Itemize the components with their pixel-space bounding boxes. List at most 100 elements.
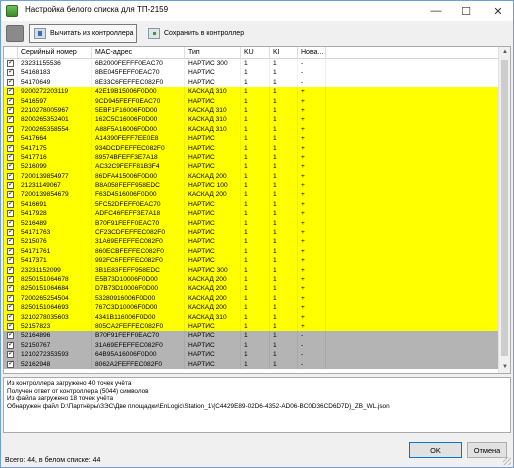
scroll-up-icon[interactable]: ▲ bbox=[499, 47, 510, 58]
row-checkbox[interactable] bbox=[7, 125, 14, 134]
table-row[interactable]: 21231149067B8A058FEFF958EDCНАРТИС 10011+ bbox=[4, 181, 499, 191]
row-checkbox[interactable] bbox=[7, 313, 14, 322]
cell-mac: B70F91FEFF0EAC70 bbox=[92, 218, 185, 229]
table-row[interactable]: 32102780356034341B116006F0D00КАСКАД 3101… bbox=[4, 312, 499, 322]
table-row[interactable]: 52164896B70F91FEFF0EAC70НАРТИС11- bbox=[4, 331, 499, 341]
table-row[interactable]: 8250151064684D7B73D10006F0D00КАСКАД 2001… bbox=[4, 284, 499, 294]
table-row[interactable]: 541706498E33C6FEFFEC082F0НАРТИС11- bbox=[4, 77, 499, 88]
header-type[interactable]: Тип bbox=[185, 47, 241, 58]
table-row[interactable]: 52157823805CA2FEFFEC082F0НАРТИС11+ bbox=[4, 321, 499, 332]
table-row[interactable]: 232311555366B2000FEFFF0EAC70НАРТИС 30011… bbox=[4, 59, 499, 69]
row-checkbox[interactable] bbox=[7, 284, 14, 293]
row-checkbox[interactable] bbox=[7, 106, 14, 115]
row-checkbox[interactable] bbox=[7, 209, 14, 218]
header-ku[interactable]: KU bbox=[241, 47, 270, 58]
table-row[interactable]: 920027220311942E19B15006F0D00КАСКАД 3101… bbox=[4, 87, 499, 97]
row-checkbox[interactable] bbox=[7, 190, 14, 199]
scroll-thumb[interactable] bbox=[501, 60, 508, 356]
row-checkbox[interactable] bbox=[7, 59, 14, 68]
row-checkbox[interactable] bbox=[7, 341, 14, 350]
row-checkbox[interactable] bbox=[7, 237, 14, 246]
table-row[interactable]: 121027235359364B95A16006F0D00НАРТИС11- bbox=[4, 350, 499, 360]
table-row[interactable]: 54171763CF23CDFEFFEC082F0НАРТИС11+ bbox=[4, 228, 499, 238]
cell-type: КАСКАД 200 bbox=[185, 171, 241, 182]
row-checkbox[interactable] bbox=[7, 144, 14, 153]
table-row[interactable]: 5417175934DCDFEFFEC082F0НАРТИС11+ bbox=[4, 143, 499, 153]
row-checkbox[interactable] bbox=[7, 256, 14, 265]
cell-new: + bbox=[298, 237, 326, 247]
scroll-down-icon[interactable]: ▼ bbox=[499, 362, 510, 373]
table-row[interactable]: 8250151064693767C3D10006F0D00КАСКАД 2001… bbox=[4, 303, 499, 313]
row-checkbox[interactable] bbox=[7, 266, 14, 275]
close-button[interactable]: ✕ bbox=[483, 1, 513, 21]
header-serial[interactable]: Серийный номер bbox=[18, 47, 92, 58]
table-row[interactable]: 22102780059675EBF1F16006F0D00КАСКАД 3101… bbox=[4, 105, 499, 116]
header-ki[interactable]: KI bbox=[270, 47, 298, 58]
table-row[interactable]: 54171761860ECBFEFFEC082F0НАРТИС11+ bbox=[4, 246, 499, 257]
table-row[interactable]: 8200265352401162C5C16006F0D00КАСКАД 3101… bbox=[4, 115, 499, 125]
table-row[interactable]: 5216489B70F91FEFF0EAC70НАРТИС11+ bbox=[4, 218, 499, 229]
row-checkbox[interactable] bbox=[7, 322, 14, 331]
table-row[interactable]: 521507631A69EFEFFEC082F0НАРТИС11+ bbox=[4, 237, 499, 247]
row-checkbox[interactable] bbox=[7, 303, 14, 312]
row-checkbox[interactable] bbox=[7, 350, 14, 359]
table-row[interactable]: 5216099AC32C9FEFF81B3F4НАРТИС11+ bbox=[4, 162, 499, 172]
row-checkbox[interactable] bbox=[7, 68, 14, 77]
log-line: Из контроллера загружено 40 точек учёта bbox=[7, 380, 132, 387]
maximize-button[interactable]: ☐ bbox=[451, 1, 481, 21]
table-row[interactable]: 521629488062A2FEFFEC082F0НАРТИС11- bbox=[4, 359, 499, 369]
table-row[interactable]: 541771689574BFEFF3E7A18НАРТИС11+ bbox=[4, 152, 499, 163]
header-mac[interactable]: MAC-адрес bbox=[92, 47, 185, 58]
row-checkbox[interactable] bbox=[7, 153, 14, 162]
row-checkbox[interactable] bbox=[7, 219, 14, 228]
row-checkbox[interactable] bbox=[7, 134, 14, 143]
row-checkbox[interactable] bbox=[7, 228, 14, 237]
cell-type: НАРТИС bbox=[185, 256, 241, 266]
cell-serial: 23231152099 bbox=[18, 265, 92, 275]
row-checkbox[interactable] bbox=[7, 360, 14, 369]
table-row[interactable]: 8250151064678E5B73D10006F0D00КАСКАД 2001… bbox=[4, 274, 499, 285]
resize-grip-icon[interactable] bbox=[503, 457, 511, 465]
row-checkbox-cell bbox=[4, 274, 18, 285]
row-checkbox[interactable] bbox=[7, 78, 14, 87]
cell-serial: 54171761 bbox=[18, 246, 92, 257]
row-checkbox[interactable] bbox=[7, 275, 14, 284]
cell-ki: 1 bbox=[270, 293, 298, 304]
cell-serial: 5416691 bbox=[18, 199, 92, 210]
select-all-toggle[interactable] bbox=[6, 25, 24, 42]
table-row[interactable]: 5215076731A69EFEFFEC082F0НАРТИС11- bbox=[4, 340, 499, 351]
table-row[interactable]: 5417371992FC6FEFFEC082F0НАРТИС11+ bbox=[4, 256, 499, 266]
header-checkbox-column[interactable] bbox=[4, 47, 18, 58]
row-checkbox[interactable] bbox=[7, 247, 14, 256]
row-checkbox[interactable] bbox=[7, 115, 14, 124]
table-row[interactable]: 232311520993B1E83FEFF958EDCНАРТИС 30011+ bbox=[4, 265, 499, 275]
cell-ki: 1 bbox=[270, 143, 298, 153]
table-row[interactable]: 5417928ADFC46FEFF3E7A18НАРТИС11+ bbox=[4, 209, 499, 219]
cancel-button[interactable]: Отмена bbox=[467, 442, 507, 458]
header-new[interactable]: Нова... bbox=[298, 47, 326, 58]
table-row[interactable]: 54166915FC52DFEFF0EAC70НАРТИС11+ bbox=[4, 199, 499, 210]
table-row[interactable]: 5417664A14390FEFF7EE0E8НАРТИС11+ bbox=[4, 134, 499, 144]
table-row[interactable]: 720026525450453280916006F0D00КАСКАД 2001… bbox=[4, 293, 499, 304]
row-checkbox[interactable] bbox=[7, 162, 14, 171]
read-from-controller-button[interactable]: Вычитать из контроллера bbox=[29, 24, 137, 43]
ok-button[interactable]: OK bbox=[409, 442, 462, 458]
table-row[interactable]: 541681838BE045FEFF0EAC70НАРТИС11- bbox=[4, 68, 499, 78]
row-checkbox[interactable] bbox=[7, 172, 14, 181]
table-row[interactable]: 7200139854679F63D4516006F0D00КАСКАД 2001… bbox=[4, 190, 499, 200]
row-checkbox[interactable] bbox=[7, 97, 14, 106]
row-checkbox[interactable] bbox=[7, 331, 14, 340]
whitelist-table[interactable]: Серийный номер MAC-адрес Тип KU KI Нова.… bbox=[3, 46, 511, 374]
row-checkbox[interactable] bbox=[7, 181, 14, 190]
table-row[interactable]: 54165979CD945FEFF0EAC70НАРТИС11+ bbox=[4, 96, 499, 106]
title-bar[interactable]: Настройка белого списка для ТП-2159 — ☐ … bbox=[1, 1, 513, 21]
row-checkbox[interactable] bbox=[7, 200, 14, 209]
save-to-controller-button[interactable]: Сохранить в контроллер bbox=[143, 24, 255, 43]
minimize-button[interactable]: — bbox=[421, 1, 451, 21]
row-checkbox[interactable] bbox=[7, 294, 14, 303]
cell-type: НАРТИС bbox=[185, 134, 241, 144]
table-row[interactable]: 720013985497786DFA415006F0D00КАСКАД 2001… bbox=[4, 171, 499, 182]
row-checkbox[interactable] bbox=[7, 87, 14, 96]
table-row[interactable]: 7200265358554A88F5A16006F0D00КАСКАД 3101… bbox=[4, 124, 499, 135]
vertical-scrollbar[interactable]: ▲ ▼ bbox=[498, 47, 510, 373]
